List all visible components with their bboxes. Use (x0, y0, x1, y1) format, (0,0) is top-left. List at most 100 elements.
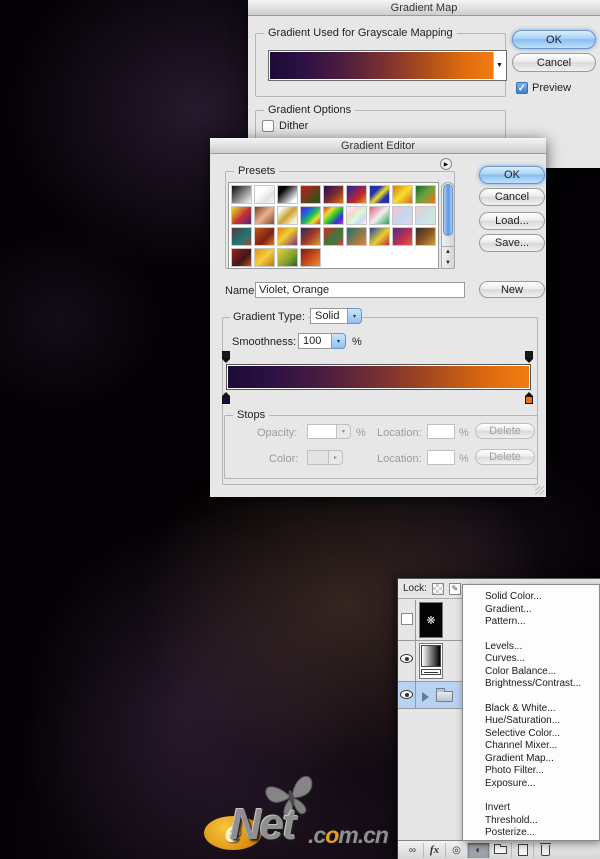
gradient-edit-bar[interactable] (226, 364, 531, 390)
layer-thumbnail[interactable]: ❋ (419, 602, 443, 638)
gradient-preset-13[interactable] (300, 206, 321, 225)
gradient-preset-26[interactable] (392, 227, 413, 246)
resize-grip[interactable] (535, 486, 544, 495)
menu-item-photo-filter[interactable]: Photo Filter... (463, 765, 599, 778)
cancel-button[interactable]: Cancel (512, 53, 596, 72)
adjustment-thumbnail[interactable] (419, 643, 443, 679)
gradient-preset-3[interactable] (277, 185, 298, 204)
menu-item-exposure[interactable]: Exposure... (463, 778, 599, 791)
gradient-preset-2[interactable] (254, 185, 275, 204)
gradient-preset-18[interactable] (415, 206, 436, 225)
gradient-type-select[interactable]: Solid ▾ (310, 308, 362, 324)
scrollbar-thumb[interactable] (443, 184, 453, 236)
gradient-preset-20[interactable] (254, 227, 275, 246)
presets-flyout-button[interactable]: ▶ (440, 158, 452, 170)
gradient-preset-1[interactable] (231, 185, 252, 204)
eye-icon[interactable] (400, 690, 413, 699)
menu-item-curves[interactable]: Curves... (463, 653, 599, 666)
ok-button[interactable]: OK (479, 166, 545, 184)
preview-checkbox[interactable]: ✓ (516, 82, 528, 94)
presets-scrollbar[interactable]: ▲ ▼ (441, 182, 455, 269)
gradient-preset-5[interactable] (323, 185, 344, 204)
layer-style-icon[interactable]: fx (424, 843, 446, 858)
load-button[interactable]: Load... (479, 212, 545, 230)
menu-item-hue-saturation[interactable]: Hue/Saturation... (463, 715, 599, 728)
link-layers-icon[interactable]: ∞ (402, 843, 424, 858)
menu-item-solid-color[interactable]: Solid Color... (463, 591, 599, 604)
menu-item-brightness-contrast[interactable]: Brightness/Contrast... (463, 678, 599, 691)
menu-item-channel-mixer[interactable]: Channel Mixer... (463, 740, 599, 753)
gradient-map-titlebar[interactable]: Gradient Map (248, 0, 600, 16)
gradient-preset-30[interactable] (277, 248, 298, 267)
menu-separator (463, 691, 599, 703)
delete-layer-icon[interactable] (534, 843, 556, 858)
gradient-preset-27[interactable] (415, 227, 436, 246)
scroll-down-icon[interactable]: ▼ (445, 260, 451, 266)
visibility-off-box[interactable] (401, 613, 413, 625)
menu-item-gradient[interactable]: Gradient... (463, 604, 599, 617)
menu-item-gradient-map[interactable]: Gradient Map... (463, 753, 599, 766)
lock-paint-icon[interactable]: ✎ (449, 583, 461, 595)
gradient-preset-7[interactable] (369, 185, 390, 204)
visibility-cell[interactable] (398, 682, 416, 708)
gradient-preset-22[interactable] (300, 227, 321, 246)
menu-item-selective-color[interactable]: Selective Color... (463, 728, 599, 741)
gradient-preset-14[interactable] (323, 206, 344, 225)
gradient-preset-19[interactable] (231, 227, 252, 246)
smoothness-combo[interactable]: 100 ▾ (298, 333, 346, 349)
save-button[interactable]: Save... (479, 234, 545, 252)
visibility-cell[interactable] (398, 600, 416, 640)
gradient-preset-25[interactable] (369, 227, 390, 246)
gradient-preset-21[interactable] (277, 227, 298, 246)
logo-m-cn: m.cn (338, 822, 388, 848)
menu-item-invert[interactable]: Invert (463, 802, 599, 815)
gradient-preset-29[interactable] (254, 248, 275, 267)
dither-checkbox[interactable] (262, 120, 274, 132)
adjustment-layer-icon[interactable]: ◐ (468, 843, 490, 858)
gradient-preset-16[interactable] (369, 206, 390, 225)
color-arrow-icon: ▸ (329, 450, 343, 465)
menu-item-posterize[interactable]: Posterize... (463, 827, 599, 840)
gradient-dropdown-arrow-icon[interactable]: ▼ (493, 52, 505, 79)
visibility-cell[interactable] (398, 641, 416, 681)
gradient-preset-12[interactable] (277, 206, 298, 225)
add-mask-icon[interactable]: ◎ (446, 843, 468, 858)
gradient-preview-picker[interactable]: ▼ (268, 50, 507, 81)
gradient-preset-6[interactable] (346, 185, 367, 204)
gradient-preset-17[interactable] (392, 206, 413, 225)
menu-item-color-balance[interactable]: Color Balance... (463, 666, 599, 679)
gradient-preset-8[interactable] (392, 185, 413, 204)
menu-item-levels[interactable]: Levels... (463, 641, 599, 654)
opacity-stop-left[interactable] (221, 351, 231, 363)
new-group-icon[interactable] (490, 843, 512, 858)
menu-item-threshold[interactable]: Threshold... (463, 815, 599, 828)
cancel-button[interactable]: Cancel (479, 188, 545, 206)
gradient-preset-10[interactable] (231, 206, 252, 225)
opacity-stop-right[interactable] (524, 351, 534, 363)
lock-transparency-icon[interactable] (432, 583, 444, 595)
new-button[interactable]: New (479, 281, 545, 298)
gradient-editor-titlebar[interactable]: Gradient Editor (210, 138, 546, 154)
opacity-percent: % (356, 427, 366, 439)
gradient-strip[interactable] (228, 366, 529, 388)
name-input[interactable] (255, 282, 465, 298)
color-stop-right[interactable] (524, 392, 534, 404)
gradient-preset-23[interactable] (323, 227, 344, 246)
gradient-preset-31[interactable] (300, 248, 321, 267)
scroll-up-icon[interactable]: ▲ (445, 249, 451, 255)
eye-icon[interactable] (400, 654, 413, 663)
logo-suffix-text: .com.cn (308, 822, 388, 849)
gradient-preset-11[interactable] (254, 206, 275, 225)
menu-item-pattern[interactable]: Pattern... (463, 616, 599, 629)
new-layer-icon[interactable] (512, 843, 534, 858)
gradient-preset-28[interactable] (231, 248, 252, 267)
gradient-preset-4[interactable] (300, 185, 321, 204)
color-stop-left[interactable] (221, 392, 231, 404)
disclosure-triangle-icon[interactable] (422, 692, 429, 702)
gradient-preset-15[interactable] (346, 206, 367, 225)
ok-button[interactable]: OK (512, 30, 596, 49)
menu-item-black-&-white[interactable]: Black & White... (463, 703, 599, 716)
gradient-preset-24[interactable] (346, 227, 367, 246)
gradient-preset-9[interactable] (415, 185, 436, 204)
gradient-preview[interactable] (270, 52, 493, 79)
